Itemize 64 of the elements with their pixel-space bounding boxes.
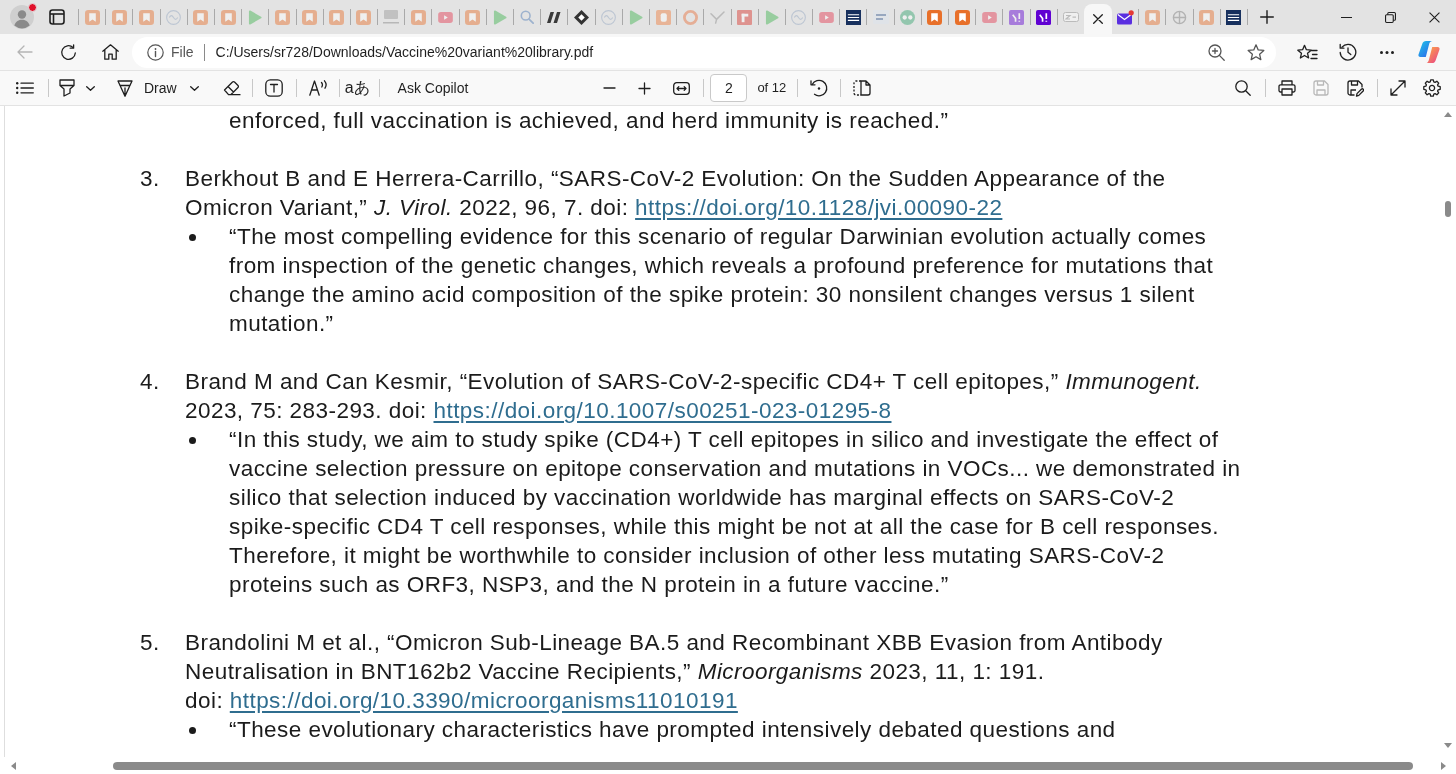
scroll-down-arrow-icon[interactable] (1444, 743, 1452, 748)
scrollbar-thumb[interactable] (1445, 201, 1451, 217)
new-tab-icon[interactable] (1259, 10, 1274, 24)
browser-tab[interactable] (1083, 4, 1112, 34)
quote-text: “In this study, we aim to study spike (CD4+) T cell epitopes in silico and investigate the effect of vaccine selection pressure on epitope conservation and mutations in VOCs... we demonstrated in silico that selection induced by vaccination worldwide has marginal effects on SARS-CoV-2 spike-specific CD4 T cell responses, while this might be not at all the case for B cell responses. Therefore, it might be worthwhile to consider inclusion of other less mutating SARS-CoV-2 proteins such as ORF3, NSP3, and the N protein in a future vaccine.” (229, 426, 1242, 599)
info-icon[interactable] (147, 43, 164, 61)
eraser-icon[interactable] (222, 80, 241, 96)
page-number-field[interactable]: 2 (710, 74, 748, 102)
text-box-icon[interactable] (264, 79, 283, 97)
fullscreen-icon[interactable] (1390, 80, 1406, 96)
draw-button[interactable]: Draw (117, 74, 199, 102)
profile-avatar-icon[interactable] (10, 5, 34, 29)
url-text: C:/Users/sr728/Downloads/Vaccine%20variant%20library.pdf (215, 42, 594, 62)
quote-text: “These evolutionary characteristics have prompted intensively debated questions and (229, 716, 1117, 744)
translate-button[interactable]: aあ (343, 74, 371, 102)
doi-link[interactable]: https://doi.org/10.1128/jvi.00090-22 (635, 195, 1003, 220)
bullet-icon (189, 234, 196, 241)
print-icon[interactable] (1278, 80, 1296, 96)
scrollbar-thumb[interactable] (113, 761, 1413, 770)
fit-width-icon[interactable] (673, 81, 691, 95)
contents-list-icon[interactable] (16, 82, 34, 94)
ask-copilot-button[interactable]: Ask Copilot (387, 74, 479, 102)
list-number: 3. (140, 165, 161, 193)
page-view-icon[interactable] (853, 80, 872, 96)
settings-icon[interactable] (1423, 79, 1441, 97)
highlighter-icon (59, 79, 75, 97)
list-number: 5. (140, 629, 161, 657)
reference-citation: Berkhout B and E Herrera-Carrillo, “SARS-CoV-2 Evolution: On the Sudden Appearance of the Omicron Variant,” J. Virol. 2022, 96, 7. doi: https://doi.org/10.1128/jvi.00090-22 (185, 165, 1167, 222)
doi-link[interactable]: https://doi.org/10.1007/s00251-023-01295-8 (433, 398, 892, 423)
minimize-icon[interactable] (1340, 16, 1352, 18)
home-icon[interactable] (102, 44, 119, 60)
site-info-label: File (171, 42, 194, 62)
scroll-left-arrow-icon[interactable] (11, 761, 16, 770)
zoom-in-icon[interactable] (1208, 43, 1225, 61)
pen-icon (117, 79, 133, 97)
close-icon[interactable] (1428, 11, 1440, 23)
read-aloud-icon[interactable] (308, 80, 328, 96)
reference-citation: Brandolini M et al., “Omicron Sub-Lineage BA.5 and Recombinant XBB Evasion from Antibody Neutralisation in BNT162b2 Vaccine Recipients,” Microorganisms 2023, 11, 1: 191. doi: https://doi.org/10.3390/microorganisms11010191 (185, 629, 1164, 715)
quote-text: enforced, full vaccination is achieved, and herd immunity is reached.” (229, 107, 950, 135)
caret-icon (86, 85, 95, 91)
more-icon[interactable] (1380, 50, 1394, 54)
caret-icon (189, 85, 199, 91)
restore-icon[interactable] (1384, 11, 1396, 23)
quote-text: “The most compelling evidence for this scenario of regular Darwinian evolution actually comes from inspection of the genetic changes, which reveals a profound preference for mutations that change the amino acid composition of the spike protein: 30 nonsilent changes versus 1 silent mutation.” (229, 223, 1215, 338)
rotate-icon[interactable] (810, 79, 829, 97)
tab-actions-icon[interactable] (49, 9, 65, 25)
search-icon[interactable] (1235, 80, 1251, 96)
bullet-icon (189, 727, 196, 734)
doi-link[interactable]: https://doi.org/10.3390/microorganisms11010191 (229, 688, 738, 713)
reference-citation: Brand M and Can Kesmir, “Evolution of SARS-CoV-2-specific CD4+ T cell epitopes,” Immunogent. 2023, 75: 283-293. doi: https://doi.org/10.1007/s00251-023-01295-8 (185, 368, 1203, 425)
page-count-label: of 12 (757, 79, 787, 98)
save-as-icon[interactable] (1347, 79, 1364, 97)
refresh-icon[interactable] (60, 43, 77, 61)
history-icon[interactable] (1339, 43, 1357, 61)
gradient-logo-icon[interactable] (1418, 41, 1440, 63)
zoom-in-icon[interactable] (638, 81, 652, 95)
scroll-up-arrow-icon[interactable] (1444, 112, 1452, 117)
scroll-right-arrow-icon[interactable] (1441, 761, 1446, 770)
close-icon[interactable] (1092, 14, 1103, 24)
favorites-icon[interactable] (1297, 44, 1318, 60)
bullet-icon (189, 437, 196, 444)
list-number: 4. (140, 368, 161, 396)
favorite-star-icon[interactable] (1247, 43, 1265, 61)
address-field[interactable]: File C:/Users/sr728/Downloads/Vaccine%20variant%20library.pdf (132, 36, 1276, 68)
